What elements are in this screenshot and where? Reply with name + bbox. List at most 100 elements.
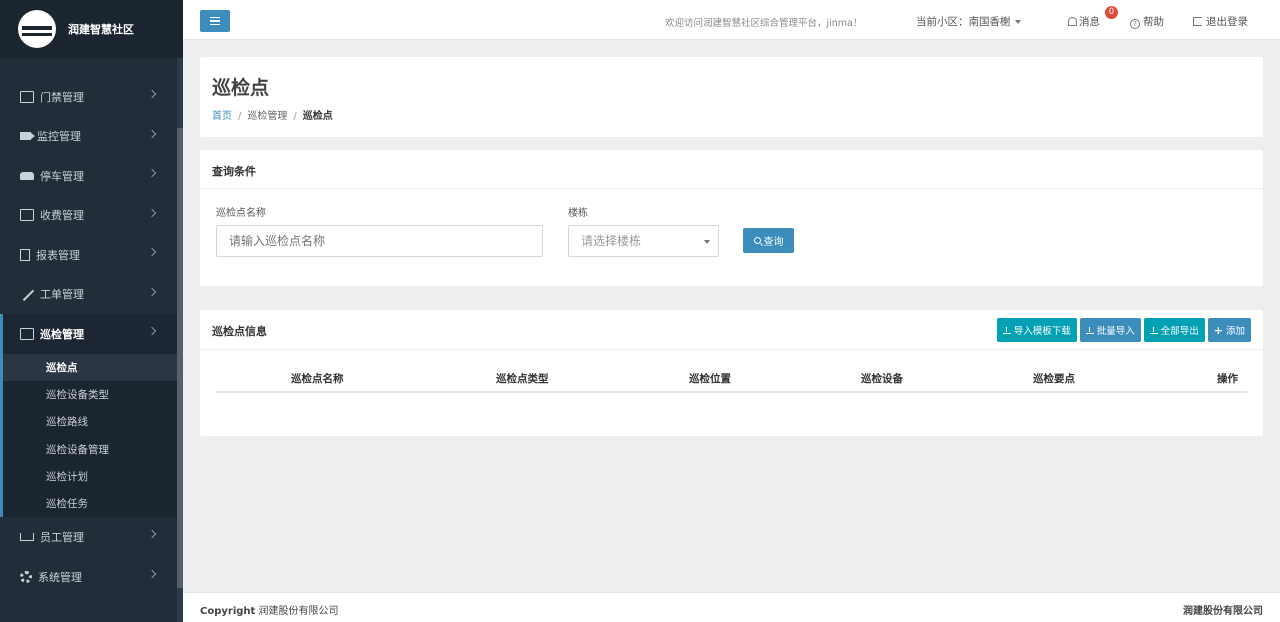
sidebar-item-label: 收费管理 [40,209,84,223]
gear-icon [20,570,32,583]
help-label: 帮助 [1143,16,1164,28]
help-link[interactable]: ? 帮助 [1130,14,1164,29]
org-tree-icon [20,533,34,542]
building-select[interactable]: 请选择楼栋 [568,225,719,257]
search-button[interactable]: 查询 [743,228,794,253]
footer: Copyright 润建股份有限公司 润建股份有限公司 [183,592,1280,622]
table-header-row: 巡检点名称 巡检点类型 巡检位置 巡检设备 巡检要点 操作 [216,365,1247,393]
building-select-value: 请选择楼栋 [581,234,642,248]
download-icon [1149,326,1158,334]
sidebar-item-label: 巡检管理 [40,327,84,341]
sidebar-item-staff[interactable]: 员工管理 [0,517,177,557]
caret-down-icon [1014,20,1021,24]
inspection-point-table-panel: 巡检点信息 导入模板下载 批量导入 全部导出 + 添加 巡检点名称 巡检点类型 巡… [200,310,1263,436]
column-header-actions: 操作 [1217,373,1238,385]
car-icon [20,171,34,180]
logo-icon [18,10,56,48]
chevron-right-icon [147,530,157,539]
column-header-name[interactable]: 巡检点名称 [291,371,344,386]
breadcrumb-home[interactable]: 首页 [212,111,232,122]
sidebar-toggle-button[interactable] [200,10,230,32]
sidebar-item-label: 工单管理 [40,288,84,302]
footer-company: 润建股份有限公司 [1183,606,1263,617]
sign-out-icon [1193,17,1202,26]
copyright-company: 润建股份有限公司 [258,606,339,617]
logo-text: 润建智慧社区 [68,23,134,36]
template-download-label: 导入模板下载 [1013,326,1071,337]
page-header: 巡检点 首页 / 巡检管理 / 巡检点 [200,57,1263,137]
upload-icon [1085,326,1094,334]
batch-import-label: 批量导入 [1096,326,1135,337]
column-header-location[interactable]: 巡检位置 [689,371,731,386]
download-icon [1002,326,1011,334]
sidebar-item-parking[interactable]: 停车管理 [0,156,177,196]
table-panel-title: 巡检点信息 [212,325,267,338]
search-button-label: 查询 [763,237,784,248]
plus-icon: + [1213,323,1223,337]
sidebar-item-inspection[interactable]: 巡检管理 [0,314,177,354]
column-header-type[interactable]: 巡检点类型 [496,371,549,386]
community-selector[interactable]: 当前小区：南国香榭 [916,14,1021,29]
sidebar-item-label: 停车管理 [40,169,84,183]
inspection-submenu: 巡检点 巡检设备类型 巡检路线 巡检设备管理 巡检计划 巡检任务 [0,353,177,518]
template-download-button[interactable]: 导入模板下载 [996,318,1077,342]
submenu-item-device-type[interactable]: 巡检设备类型 [3,381,177,408]
export-all-button[interactable]: 全部导出 [1143,318,1205,342]
bell-icon [1068,17,1077,26]
page-title: 巡检点 [212,77,270,99]
breadcrumb-separator: / [238,111,242,122]
batch-import-button[interactable]: 批量导入 [1079,318,1141,342]
export-all-label: 全部导出 [1160,326,1199,337]
money-icon [20,209,34,222]
messages-label: 消息 [1079,16,1100,28]
add-button[interactable]: + 添加 [1207,318,1251,342]
search-icon [753,237,761,244]
chevron-right-icon [147,326,157,336]
messages-link[interactable]: 消息 [1068,14,1100,29]
column-header-key-points[interactable]: 巡检要点 [1033,371,1075,386]
submenu-item-plan[interactable]: 巡检计划 [3,463,177,490]
sidebar-item-label: 门禁管理 [40,90,84,104]
submenu-item-inspection-point[interactable]: 巡检点 [3,353,177,381]
hamburger-icon [210,23,220,26]
logout-link[interactable]: 退出登录 [1193,14,1248,29]
name-field-label: 巡检点名称 [216,208,266,219]
add-label: 添加 [1225,326,1245,337]
sidebar-item-reports[interactable]: 报表管理 [0,235,177,275]
breadcrumb-current: 巡检点 [302,111,333,122]
query-panel: 查询条件 巡检点名称 楼栋 请选择楼栋 查询 [200,150,1263,286]
query-panel-title: 查询条件 [212,165,256,178]
table-toolbar: 导入模板下载 批量导入 全部导出 + 添加 [996,318,1251,342]
inspection-point-name-input[interactable] [216,225,543,257]
hamburger-icon [210,16,220,19]
sidebar-item-work-orders[interactable]: 工单管理 [0,275,177,315]
sidebar-item-billing[interactable]: 收费管理 [0,196,177,236]
question-circle-icon: ? [1130,19,1140,29]
copyright-prefix: Copyright [200,606,256,617]
sidebar-item-system[interactable]: 系统管理 [0,557,177,597]
sidebar-item-access-control[interactable]: 门禁管理 [0,77,177,117]
sidebar-scrollbar-thumb[interactable] [177,128,183,588]
submenu-item-device-management[interactable]: 巡检设备管理 [3,435,177,462]
chevron-right-icon [147,129,157,138]
chevron-right-icon [147,168,157,178]
chevron-right-icon [147,569,157,579]
report-icon [20,248,30,261]
calendar-check-icon [20,327,34,340]
hamburger-icon [210,20,220,22]
copyright-text: Copyright 润建股份有限公司 [200,602,339,617]
breadcrumb-parent[interactable]: 巡检管理 [247,111,287,122]
chevron-right-icon [147,287,157,296]
chevron-right-icon [147,208,157,217]
topbar: 欢迎访问润建智慧社区综合管理平台，jinma！ 当前小区：南国香榭 消息 0 ?… [183,0,1280,40]
sidebar-scrollbar[interactable] [177,58,183,622]
column-header-device[interactable]: 巡检设备 [861,371,903,386]
welcome-text: 欢迎访问润建智慧社区综合管理平台，jinma！ [665,18,863,29]
sidebar-item-label: 监控管理 [37,130,81,144]
submenu-item-route[interactable]: 巡检路线 [3,408,177,435]
submenu-item-task[interactable]: 巡检任务 [3,490,177,517]
sidebar-item-monitoring[interactable]: 监控管理 [0,117,177,157]
logo[interactable]: 润建智慧社区 [0,0,183,58]
sidebar: 润建智慧社区 门禁管理 监控管理 停车管理 收费管理 报表管理 工单管理 巡检管… [0,0,183,622]
breadcrumb-separator: / [293,111,297,122]
